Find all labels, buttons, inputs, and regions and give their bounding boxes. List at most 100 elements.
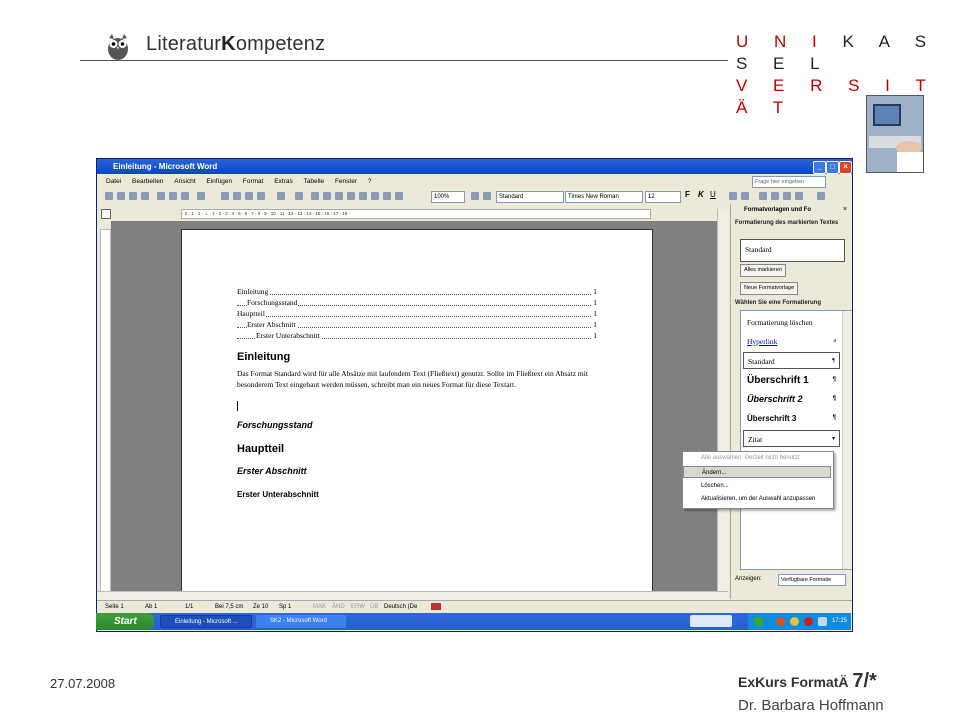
font-select[interactable]: Times New Roman (565, 191, 643, 203)
increase-indent-icon[interactable] (795, 192, 803, 200)
print-icon[interactable] (157, 192, 165, 200)
menu-format[interactable]: Format (243, 178, 264, 185)
bullets-icon[interactable] (771, 192, 779, 200)
style-select[interactable]: Standard (496, 191, 564, 203)
body-paragraph: Das Format Standard wird für alle Absätz… (237, 369, 588, 389)
status-bar: Seite 1 Ab 1 1/1 Bei 7,5 cm Ze 10 Sp 1 M… (97, 600, 852, 613)
drawing-icon[interactable] (371, 192, 379, 200)
menu-ansicht[interactable]: Ansicht (174, 178, 195, 185)
marked-text-label: Formatierung des markierten Textes (735, 220, 839, 226)
header-photo (866, 95, 924, 173)
menu-fenster[interactable]: Fenster (335, 178, 357, 185)
open-icon[interactable] (117, 192, 125, 200)
ctx-update[interactable]: Aktualisieren, um der Auswahl anzupassen (683, 493, 831, 505)
toc-entry: Hauptteil 1 (237, 309, 597, 318)
tray-app-icon[interactable] (754, 617, 763, 626)
menu-extras[interactable]: Extras (274, 178, 292, 185)
new-document-icon[interactable] (105, 192, 113, 200)
document-map-icon[interactable] (383, 192, 391, 200)
save-icon[interactable] (129, 192, 137, 200)
pane-close-icon[interactable]: × (843, 206, 847, 213)
maximize-button[interactable]: □ (826, 161, 839, 174)
current-format-box[interactable]: Standard (740, 239, 845, 262)
tab-selector[interactable] (101, 209, 111, 219)
tray-security-icon[interactable] (776, 617, 785, 626)
format-painter-icon[interactable] (257, 192, 265, 200)
horizontal-ruler[interactable]: · 2 · 1 · 1 · ⊥ · 1 · 2 · 3 · 4 · 5 · 6 … (181, 209, 651, 219)
cut-icon[interactable] (221, 192, 229, 200)
menu-datei[interactable]: Datei (106, 178, 121, 185)
menu-bearbeiten[interactable]: Bearbeiten (132, 178, 163, 185)
vertical-scrollbar[interactable] (717, 209, 729, 593)
font-size-select[interactable]: 12 (645, 191, 681, 203)
numbering-icon[interactable] (759, 192, 767, 200)
close-button[interactable]: × (839, 161, 852, 174)
format-heading3[interactable]: Überschrift 3 ¶ (743, 410, 840, 427)
format-hyperlink[interactable]: Hyperlink a (743, 333, 840, 350)
bold-button[interactable]: F (685, 190, 690, 199)
format-list-scrollbar[interactable] (842, 311, 852, 569)
format-heading1[interactable]: Überschrift 1 ¶ (743, 372, 840, 389)
help-icon[interactable] (471, 192, 479, 200)
heading-erster-unterabschnitt: Erster Unterabschnitt (237, 490, 319, 499)
status-mak[interactable]: MAK (313, 601, 326, 613)
show-select[interactable]: Verfügbare Formatie (778, 574, 846, 586)
tray-network-icon[interactable] (790, 617, 799, 626)
format-zitat[interactable]: Zitat ▾ (743, 430, 840, 447)
align-left-icon[interactable] (729, 192, 737, 200)
menu-tabelle[interactable]: Tabelle (304, 178, 325, 185)
status-aend[interactable]: ÄND (332, 601, 345, 613)
ctx-select-all[interactable]: Alle auswählen: Derzeit nicht benutzt (683, 452, 831, 464)
decrease-indent-icon[interactable] (783, 192, 791, 200)
select-all-button[interactable]: Alles markieren (740, 264, 786, 277)
taskbar-item-einleitung[interactable]: Einleitung - Microsoft ... (160, 615, 252, 628)
hyperlink-icon[interactable] (311, 192, 319, 200)
document-page[interactable]: Einleitung 1 Forschungsstand 1 Hauptteil 1 … (181, 229, 653, 595)
redo-icon[interactable] (295, 192, 303, 200)
status-erw[interactable]: ERW (351, 601, 365, 613)
tables-borders-icon[interactable] (323, 192, 331, 200)
paste-icon[interactable] (245, 192, 253, 200)
window-titlebar: Einleitung - Microsoft Word _ □ × (97, 159, 852, 174)
ctx-modify[interactable]: Ändern... (683, 466, 831, 478)
system-tray: 17:25 (748, 613, 851, 630)
italic-button[interactable]: K (698, 190, 704, 199)
taskbar-item-sk2[interactable]: SK2 - Microsoft Word (256, 615, 346, 628)
tray-volume-icon[interactable] (818, 617, 827, 626)
menu-bar: Datei Bearbeiten Ansicht Einfügen Format… (97, 175, 852, 188)
border-icon[interactable] (817, 192, 825, 200)
menu-einfuegen[interactable]: Einfügen (206, 178, 232, 185)
owl-logo-icon (108, 34, 128, 60)
question-box[interactable]: Frage hier eingeben (752, 176, 826, 188)
new-style-button[interactable]: Neue Formatvorlage (740, 282, 799, 295)
read-icon[interactable] (483, 192, 491, 200)
spelling-icon[interactable] (181, 192, 189, 200)
vertical-ruler[interactable] (100, 229, 111, 596)
slide-date: 27.07.2008 (50, 676, 116, 691)
nero-icon[interactable] (690, 615, 732, 627)
underline-button[interactable]: U (710, 190, 716, 199)
copy-icon[interactable] (233, 192, 241, 200)
permission-icon[interactable] (141, 192, 149, 200)
format-clear[interactable]: Formatierung löschen (743, 314, 840, 331)
insert-excel-icon[interactable] (347, 192, 355, 200)
zoom-select[interactable]: 100% (431, 191, 465, 203)
research-icon[interactable] (197, 192, 205, 200)
columns-icon[interactable] (359, 192, 367, 200)
start-button[interactable]: Start (96, 613, 154, 630)
minimize-button[interactable]: _ (813, 161, 826, 174)
undo-icon[interactable] (277, 192, 285, 200)
status-ub[interactable]: ÜB (370, 601, 378, 613)
tray-antivirus-icon[interactable] (804, 617, 813, 626)
insert-table-icon[interactable] (335, 192, 343, 200)
menu-help[interactable]: ? (368, 178, 372, 185)
toc-entry: Erster Abschnitt 1 (237, 320, 597, 329)
show-hide-icon[interactable] (395, 192, 403, 200)
align-center-icon[interactable] (741, 192, 749, 200)
slide-footer-title: ExKurs FormatÄ 7/* (738, 670, 877, 692)
format-heading2[interactable]: Überschrift 2 ¶ (743, 391, 840, 408)
ctx-delete[interactable]: Löschen... (683, 480, 831, 492)
print-preview-icon[interactable] (169, 192, 177, 200)
spelling-status-icon[interactable] (431, 603, 441, 610)
format-standard[interactable]: Standard ¶ (743, 352, 840, 369)
